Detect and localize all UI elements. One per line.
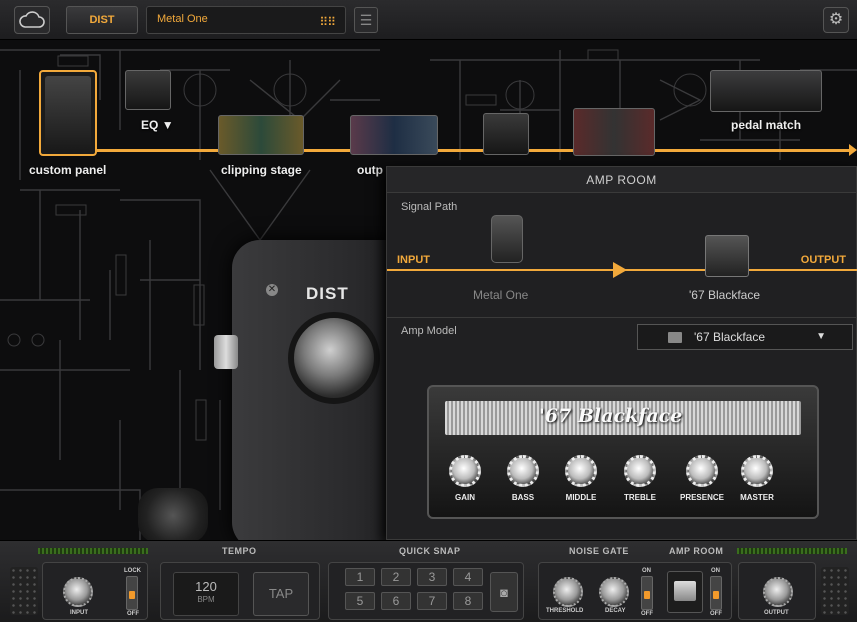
amp-room-toggle[interactable] bbox=[710, 576, 722, 610]
cloud-icon bbox=[19, 11, 45, 28]
noise-gate-toggle[interactable] bbox=[641, 576, 653, 610]
snap-button-5[interactable]: 5 bbox=[345, 592, 375, 610]
output-knob[interactable] bbox=[763, 577, 793, 607]
quick-snap-title: QUICK SNAP bbox=[399, 546, 461, 556]
input-label: INPUT bbox=[70, 610, 88, 616]
camera-button[interactable]: ◙ bbox=[490, 572, 518, 612]
circuit-board-thumbnail[interactable] bbox=[573, 108, 655, 156]
preset-name: Metal One bbox=[157, 13, 208, 25]
output-label: OUTPUT bbox=[800, 254, 846, 266]
input-label: INPUT bbox=[397, 254, 430, 266]
grid-icon[interactable]: ⠿⠿ bbox=[319, 15, 336, 29]
pedal-tab-label: DIST bbox=[89, 14, 115, 26]
eq-label[interactable]: EQ ▼ bbox=[141, 118, 174, 132]
clipping-stage-label: clipping stage bbox=[221, 163, 302, 177]
threshold-knob[interactable] bbox=[553, 577, 583, 607]
middle-knob[interactable]: MIDDLE bbox=[561, 451, 601, 513]
divider bbox=[387, 317, 857, 318]
master-knob[interactable]: MASTER bbox=[737, 451, 777, 513]
eq-thumbnail[interactable] bbox=[125, 70, 171, 110]
gain-knob[interactable]: GAIN bbox=[445, 451, 485, 513]
lock-off-label: OFF bbox=[127, 611, 139, 617]
lock-toggle[interactable] bbox=[126, 576, 138, 610]
grip-handle-left bbox=[10, 567, 38, 615]
amp-display-name: '67 Blackface bbox=[539, 405, 683, 427]
snap-button-2[interactable]: 2 bbox=[381, 568, 411, 586]
chevron-down-icon: ▼ bbox=[816, 331, 826, 342]
signal-path-pedal-name: Metal One bbox=[473, 288, 529, 302]
amp-icon bbox=[668, 332, 682, 343]
input-meter bbox=[38, 548, 148, 554]
lock-label: LOCK bbox=[124, 568, 141, 574]
camera-icon: ◙ bbox=[500, 585, 508, 600]
amp-off-label: OFF bbox=[710, 611, 722, 617]
amp-room-panel: AMP ROOM Signal Path INPUT OUTPUT Metal … bbox=[386, 166, 857, 540]
presence-knob[interactable]: PRESENCE bbox=[679, 451, 725, 513]
signal-path-amp-name: '67 Blackface bbox=[689, 288, 760, 302]
amp-room-title: AMP ROOM bbox=[387, 167, 856, 193]
screw-icon: ✕ bbox=[266, 284, 278, 296]
snap-button-4[interactable]: 4 bbox=[453, 568, 483, 586]
menu-icon: ☰ bbox=[359, 12, 373, 28]
clipping-stage-thumbnail[interactable] bbox=[218, 115, 304, 155]
bass-knob[interactable]: BASS bbox=[503, 451, 543, 513]
gate-off-label: OFF bbox=[641, 611, 653, 617]
chain-arrow-icon bbox=[849, 144, 857, 156]
amp-room-footswitch[interactable] bbox=[667, 571, 703, 613]
amp-model-value: '67 Blackface bbox=[694, 330, 765, 344]
input-knob[interactable] bbox=[63, 577, 93, 607]
menu-button[interactable]: ☰ bbox=[354, 7, 378, 33]
pedal-match-thumbnail[interactable] bbox=[710, 70, 822, 112]
treble-knob[interactable]: TREBLE bbox=[620, 451, 660, 513]
amp-room-title: AMP ROOM bbox=[669, 546, 724, 556]
snap-button-3[interactable]: 3 bbox=[417, 568, 447, 586]
bpm-value: 120 bbox=[195, 579, 217, 594]
signal-path-amp[interactable] bbox=[705, 235, 749, 277]
cable-jack bbox=[138, 488, 208, 543]
snap-button-6[interactable]: 6 bbox=[381, 592, 411, 610]
tap-button[interactable]: TAP bbox=[253, 572, 309, 616]
bpm-unit: BPM bbox=[197, 595, 215, 604]
amp-model-select[interactable]: '67 Blackface ▼ bbox=[637, 324, 853, 350]
signal-path-pedal[interactable] bbox=[491, 215, 523, 263]
cloud-button[interactable] bbox=[14, 6, 50, 34]
output-label: outp bbox=[357, 163, 383, 177]
output-thumbnail[interactable] bbox=[350, 115, 438, 155]
settings-button[interactable]: ⚙ bbox=[823, 7, 849, 33]
app-window: DIST Metal One ⠿⠿ ☰ ⚙ custom panel EQ ▼ … bbox=[0, 0, 857, 622]
custom-panel-thumbnail[interactable] bbox=[39, 70, 97, 156]
amp-on-label: ON bbox=[711, 568, 720, 574]
decay-label: DECAY bbox=[605, 608, 626, 614]
gear-icon: ⚙ bbox=[828, 11, 844, 28]
decay-knob[interactable] bbox=[599, 577, 629, 607]
signal-chain-line bbox=[96, 149, 852, 152]
bpm-display[interactable]: 120 BPM bbox=[173, 572, 239, 616]
snap-button-1[interactable]: 1 bbox=[345, 568, 375, 586]
pedal-side-knob[interactable] bbox=[214, 335, 238, 369]
amp-head: '67 Blackface GAIN BASS MIDDLE TREBLE PR… bbox=[427, 385, 819, 519]
top-bar: DIST Metal One ⠿⠿ ☰ ⚙ bbox=[0, 0, 857, 40]
output-meter bbox=[737, 548, 847, 554]
snap-button-7[interactable]: 7 bbox=[417, 592, 447, 610]
output-knob-label: OUTPUT bbox=[764, 610, 789, 616]
pedal-tab[interactable]: DIST bbox=[66, 6, 138, 34]
preset-selector[interactable]: Metal One ⠿⠿ bbox=[146, 6, 346, 34]
custom-panel-label: custom panel bbox=[29, 163, 107, 177]
gate-on-label: ON bbox=[642, 568, 651, 574]
noise-gate-title: NOISE GATE bbox=[569, 546, 629, 556]
signal-arrow-icon bbox=[613, 262, 627, 278]
tempo-title: TEMPO bbox=[222, 546, 257, 556]
threshold-label: THRESHOLD bbox=[546, 608, 584, 614]
signal-path-label: Signal Path bbox=[401, 201, 458, 213]
snap-button-8[interactable]: 8 bbox=[453, 592, 483, 610]
grip-handle-right bbox=[821, 567, 849, 615]
pedal-label: DIST bbox=[306, 284, 349, 303]
chevron-down-icon: ▼ bbox=[161, 118, 174, 132]
pedal-match-label: pedal match bbox=[731, 118, 802, 132]
amp-model-label: Amp Model bbox=[401, 325, 457, 337]
pedal-knob[interactable] bbox=[288, 312, 380, 404]
chain-block-thumbnail[interactable] bbox=[483, 113, 529, 155]
